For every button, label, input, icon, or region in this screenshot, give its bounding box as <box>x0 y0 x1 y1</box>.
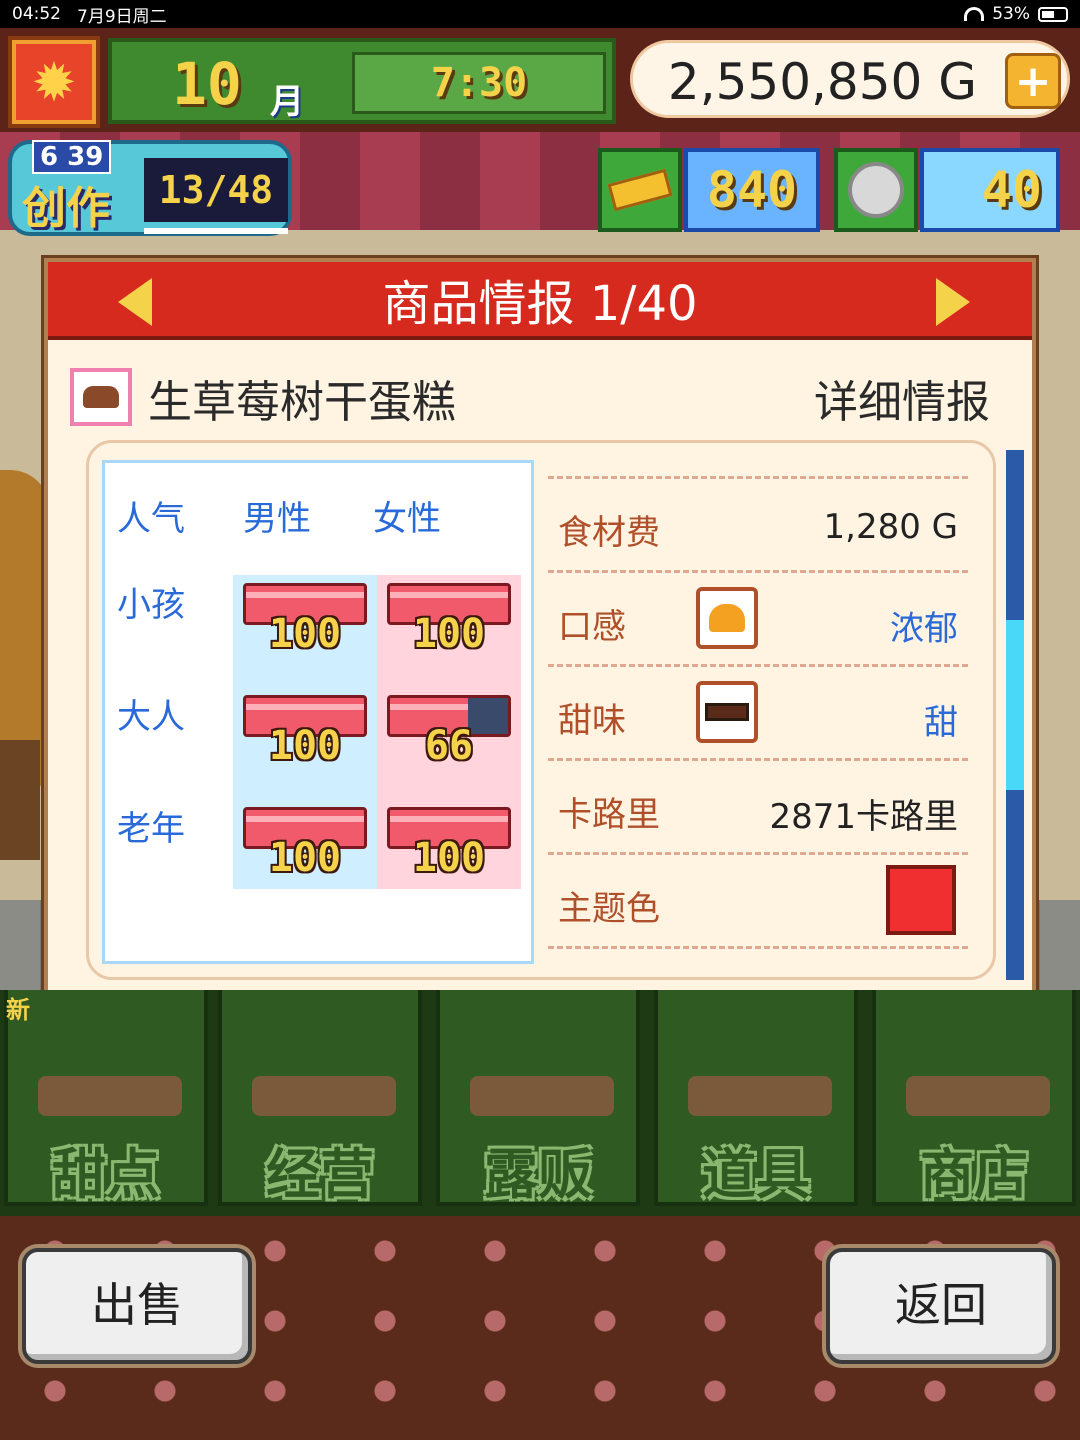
senior-female-value: 100 <box>412 835 486 881</box>
calorie-label: 卡路里 <box>558 795 660 835</box>
create-label: 创作 <box>22 183 110 234</box>
dialog-title: 商品情报 1/40 <box>382 276 698 332</box>
calorie-row: 卡路里 2871卡路里 <box>548 758 968 852</box>
bottom-menu: 甜点 经营 露贩 道具 商店 <box>0 990 1080 1216</box>
child-row-label: 小孩 <box>117 585 185 625</box>
female-header: 女性 <box>373 499 441 539</box>
create-count: 13/48 <box>144 158 288 222</box>
money-panel: 2,550,850 G + <box>630 40 1070 118</box>
menu-stall[interactable]: 露贩 <box>436 990 640 1206</box>
sweetness-row: 甜味 甜 <box>548 664 968 758</box>
stall-icon <box>470 1076 614 1116</box>
money-amount: 2,550,850 G <box>667 53 977 111</box>
product-name: 生草莓树干蛋糕 <box>148 377 456 428</box>
senior-row-label: 老年 <box>117 809 185 849</box>
items-icon <box>688 1076 832 1116</box>
child-male-value: 100 <box>268 611 342 657</box>
menu-items[interactable]: 道具 <box>654 990 858 1206</box>
sweetness-value: 甜 <box>924 703 958 743</box>
texture-value: 浓郁 <box>890 609 958 649</box>
menu-stall-label: 露贩 <box>484 1143 592 1206</box>
menu-shop-label: 商店 <box>920 1143 1028 1206</box>
add-money-button[interactable]: + <box>1005 53 1061 109</box>
shop-icon <box>906 1076 1050 1116</box>
cake-icon <box>70 368 132 426</box>
cost-value: 1,280 G <box>823 507 959 547</box>
create-panel[interactable]: 6 39 创作 13/48 <box>8 140 292 236</box>
senior-male-value: 100 <box>268 835 342 881</box>
battery-percent: 53% <box>992 4 1030 24</box>
dialog-header: 商品情报 1/40 <box>48 262 1032 340</box>
battery-icon <box>1038 6 1068 22</box>
cost-row: 食材费 1,280 G <box>548 476 968 570</box>
menu-management[interactable]: 经营 <box>218 990 422 1206</box>
texture-label: 口感 <box>558 607 626 647</box>
gold-bar-icon <box>598 148 682 232</box>
adult-row-label: 大人 <box>117 697 185 737</box>
info-scrollbar[interactable] <box>1006 450 1024 980</box>
sell-button[interactable]: 出售 <box>22 1248 252 1364</box>
game-clock: 7:30 <box>352 52 606 114</box>
next-arrow-icon[interactable] <box>936 278 970 326</box>
date-panel: 10 月 7:30 <box>108 38 616 124</box>
scrollbar-thumb[interactable] <box>1006 620 1024 790</box>
theme-color-swatch <box>886 865 956 935</box>
new-badge: 新 <box>6 996 30 1024</box>
medal-icon <box>834 148 918 232</box>
cost-label: 食材费 <box>558 513 660 553</box>
menu-dessert[interactable]: 甜点 <box>4 990 208 1206</box>
attribute-list-end <box>548 946 968 949</box>
autumn-season-icon[interactable]: ✹ <box>8 36 100 128</box>
detail-info-button[interactable]: 详细情报 <box>814 366 990 430</box>
management-icon <box>252 1076 396 1116</box>
status-date: 7月9日周二 <box>77 6 167 27</box>
male-header: 男性 <box>243 499 311 539</box>
sweetness-icon <box>696 681 758 743</box>
texture-row: 口感 浓郁 <box>548 570 968 664</box>
texture-icon <box>696 587 758 649</box>
footer-bar: 出售 返回 <box>0 1216 1080 1440</box>
status-bar: 04:52 7月9日周二 53% <box>0 0 1080 28</box>
popularity-header: 人气 <box>117 499 185 539</box>
gold-count: 840 <box>684 148 820 232</box>
medal-count: 40 <box>920 148 1060 232</box>
month-number: 10 <box>172 50 242 118</box>
menu-items-label: 道具 <box>702 1143 810 1206</box>
status-time: 04:52 <box>12 4 61 24</box>
adult-female-value: 66 <box>424 723 474 769</box>
adult-male-value: 100 <box>268 723 342 769</box>
calorie-value: 2871卡路里 <box>769 797 958 837</box>
wifi-icon <box>964 7 985 21</box>
back-button[interactable]: 返回 <box>826 1248 1056 1364</box>
child-female-value: 100 <box>412 611 486 657</box>
dessert-icon <box>38 1076 182 1116</box>
menu-shop[interactable]: 商店 <box>872 990 1076 1206</box>
theme-color-row: 主题色 <box>548 852 968 946</box>
theme-color-label: 主题色 <box>558 889 660 929</box>
create-level: 6 39 <box>32 140 112 174</box>
popularity-panel: 人气 男性 女性 小孩 大人 老年 100 100 100 66 100 100 <box>102 460 534 964</box>
product-info-dialog: 商品情报 1/40 生草莓树干蛋糕 详细情报 人气 男性 女性 小孩 大人 老年… <box>44 258 1036 1076</box>
month-unit: 月 <box>270 82 304 122</box>
menu-dessert-label: 甜点 <box>52 1143 160 1206</box>
menu-management-label: 经营 <box>266 1143 374 1206</box>
create-progress-bar <box>144 228 288 234</box>
sweetness-label: 甜味 <box>558 701 626 741</box>
background-tree-trunk <box>0 740 40 860</box>
